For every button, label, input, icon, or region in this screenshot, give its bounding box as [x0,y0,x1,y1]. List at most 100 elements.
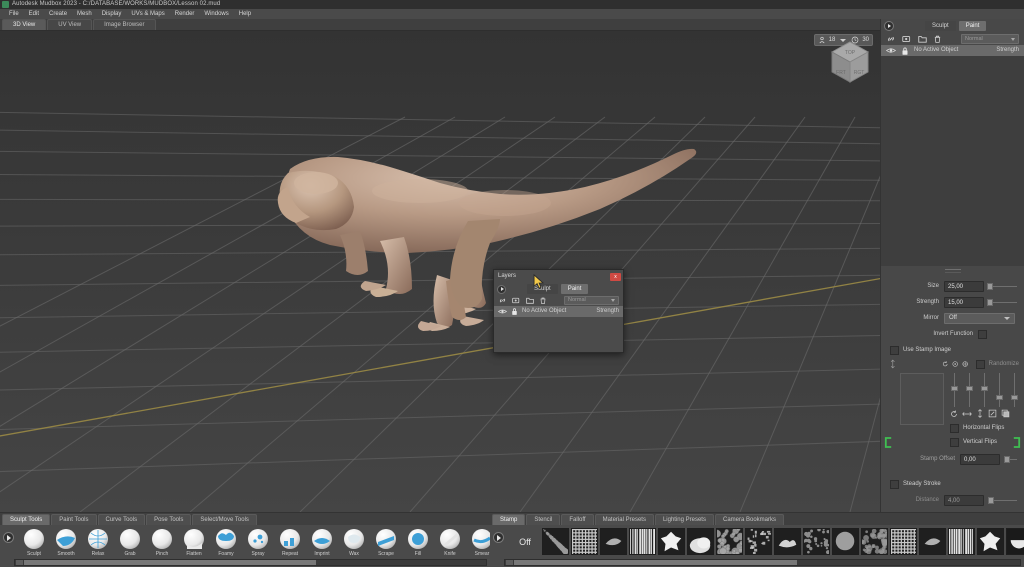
expand-arrow-icon[interactable] [493,532,504,543]
3d-viewport[interactable]: 18 30 [0,31,880,512]
tool-knife[interactable]: Knife [434,527,466,557]
edit-icon[interactable] [988,409,997,418]
blend-mode-dropdown[interactable]: Normal [564,296,619,305]
distance-input[interactable]: 4,00 [944,494,984,506]
stamp-offset-input[interactable]: 0,00 [960,453,1000,465]
expand-arrow-icon[interactable] [497,284,506,294]
tool-foamy[interactable]: Foamy [210,527,242,557]
stamp-leaf[interactable] [600,528,627,555]
trash-icon[interactable] [933,34,942,44]
tool-scrape[interactable]: Scrape [370,527,402,557]
link-icon[interactable] [498,296,507,305]
randomize-checkbox[interactable] [975,359,985,369]
steady-stroke-checkbox[interactable] [890,479,899,489]
strength-input[interactable]: 15,00 [944,296,984,308]
stamp-slider-3[interactable] [980,373,989,407]
stamp-bumpy[interactable] [542,528,569,555]
info-icon[interactable] [952,360,958,368]
view-tab-3d-view[interactable]: 3D View [2,19,47,30]
menu-item-help[interactable]: Help [234,9,256,19]
trash-icon[interactable] [539,296,547,305]
tray-tab-pose-tools[interactable]: Pose Tools [146,514,192,525]
tool-fill[interactable]: Fill [402,527,434,557]
stamp-circle-noise[interactable] [919,528,946,555]
tool-repeat[interactable]: Repeat [274,527,306,557]
distance-knob[interactable] [988,496,994,504]
dock-layer-list-area[interactable] [881,56,1024,266]
stamp-off-label[interactable]: Off [508,527,542,557]
use-stamp-image-checkbox[interactable] [890,345,899,355]
rotate-icon[interactable] [942,360,948,368]
stamp-slider-1[interactable] [950,373,959,407]
dock-tab-paint[interactable]: Paint [958,21,987,31]
tray-tab-select-move-tools[interactable]: Select/Move Tools [192,514,257,525]
menu-item-windows[interactable]: Windows [199,9,233,19]
scroll-left-icon[interactable] [506,560,513,565]
dock-splitter[interactable] [881,266,1024,275]
stamp-feather[interactable] [774,528,801,555]
stamp-rock[interactable] [890,528,917,555]
stamp-slider-5[interactable] [1010,373,1019,407]
stamp-scatter[interactable] [745,528,772,555]
distance-slider[interactable] [988,495,1019,506]
folder-icon[interactable] [525,296,535,305]
floating-layers-window[interactable]: Layers x Sculpt Paint Normal No Active O… [493,269,624,353]
tray-tab-paint-tools[interactable]: Paint Tools [51,514,97,525]
scroll-thumb[interactable] [24,560,317,565]
stamp-splat[interactable] [658,528,685,555]
horizontal-flips-checkbox[interactable] [950,423,959,433]
scroll-thumb[interactable] [514,560,798,565]
menu-item-mesh[interactable]: Mesh [72,9,97,19]
duplicate-icon[interactable] [901,34,912,44]
stamp-tab-stencil[interactable]: Stencil [526,514,561,525]
stamp-halfmoon[interactable] [1006,528,1024,555]
tool-flatten[interactable]: Flatten [178,527,210,557]
stamp-tab-lighting-presets[interactable]: Lighting Presets [654,514,714,525]
tool-spray[interactable]: Spray [242,527,274,557]
stamp-tab-material-presets[interactable]: Material Presets [594,514,654,525]
stamp-blotch[interactable] [977,528,1004,555]
expand-arrow-icon[interactable] [884,21,894,31]
menu-item-edit[interactable]: Edit [24,9,44,19]
stamp-pebbles[interactable] [716,528,743,555]
stamp-tab-falloff[interactable]: Falloff [561,514,594,525]
vertical-arrows-icon[interactable] [976,409,984,418]
spacing-icon[interactable] [890,359,896,369]
duplicate-icon[interactable] [511,296,521,305]
menu-item-display[interactable]: Display [97,9,127,19]
vertical-flips-checkbox[interactable] [950,437,959,447]
tool-pinch[interactable]: Pinch [146,527,178,557]
size-input[interactable]: 25,00 [944,280,984,292]
link-icon[interactable] [886,34,896,44]
menu-item-file[interactable]: File [4,9,24,19]
eye-icon[interactable] [498,308,507,315]
tool-sculpt[interactable]: Sculpt [18,527,50,557]
dock-tab-sculpt[interactable]: Sculpt [925,21,956,31]
size-slider-knob[interactable] [987,282,994,290]
stamp-offset-knob[interactable] [1004,455,1010,463]
stamp-slider-4[interactable] [995,373,1004,407]
folder-icon[interactable] [917,34,928,44]
invert-function-checkbox[interactable] [978,329,987,339]
sculpt-tray-scrollbar[interactable] [14,559,487,566]
stamp-offset-slider[interactable] [1004,454,1019,465]
dock-layer-row[interactable]: No Active Object Strength [881,45,1024,56]
tool-smooth[interactable]: Smooth [50,527,82,557]
stamp-tab-stamp[interactable]: Stamp [492,514,526,525]
stamp-dark2[interactable] [832,528,859,555]
stamp-tray-scrollbar[interactable] [504,559,1021,566]
tool-wax[interactable]: Wax [338,527,370,557]
stamp-grid[interactable] [571,528,598,555]
target-icon[interactable] [962,360,969,368]
scroll-left-icon[interactable] [16,560,23,565]
tool-smear[interactable]: Smear [466,527,490,557]
strength-slider[interactable] [987,297,1019,308]
tool-imprint[interactable]: Imprint [306,527,338,557]
lock-icon[interactable] [901,46,909,56]
stamp-preview[interactable] [900,373,944,425]
stamp-tab-camera-bookmarks[interactable]: Camera Bookmarks [714,514,784,525]
copy-icon[interactable] [1001,409,1010,418]
rotate-icon[interactable] [950,410,958,418]
tray-tab-sculpt-tools[interactable]: Sculpt Tools [2,514,51,525]
mirror-dropdown[interactable]: Off [944,312,1015,324]
